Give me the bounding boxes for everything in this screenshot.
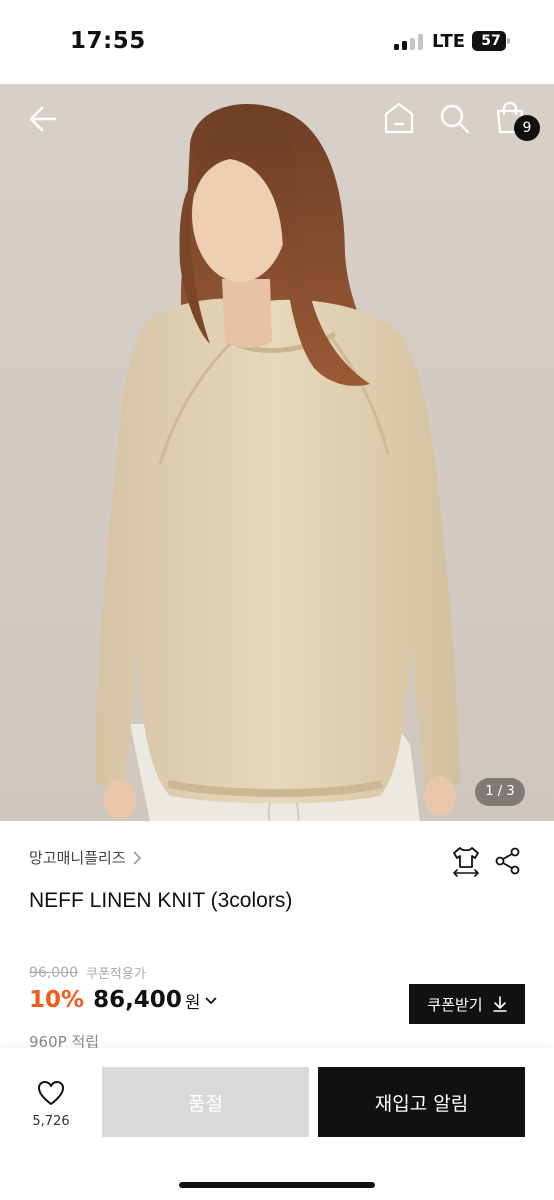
sale-price: 86,400 [93,987,182,1013]
restock-label: 재입고 알림 [374,1092,469,1115]
download-icon [492,996,507,1012]
chevron-down-icon[interactable] [205,997,218,1005]
image-counter: 1 / 3 [475,778,525,806]
soldout-button: 품절 [102,1067,309,1137]
status-bar: 17:55 LTE 57 [0,0,554,84]
heart-icon [38,1081,64,1105]
share-icon[interactable] [494,847,522,875]
brand-link[interactable]: 망고매니플리즈 [29,847,142,868]
product-photo [0,84,554,821]
restock-alert-button[interactable]: 재입고 알림 [318,1067,525,1137]
cellular-signal-icon [394,34,424,50]
battery-level: 57 [481,33,501,49]
size-guide-icon[interactable] [451,845,481,877]
coupon-price-note: 쿠폰적용가 [86,967,146,982]
like-count: 5,726 [32,1114,70,1129]
original-price-row: 96,000 쿠폰적용가 [29,963,146,983]
price-row[interactable]: 10% 86,400 원 [29,987,218,1013]
back-arrow-icon[interactable] [28,104,58,134]
coupon-download-button[interactable]: 쿠폰받기 [409,984,525,1024]
currency-unit: 원 [184,992,201,1013]
chevron-right-icon [133,850,141,865]
brand-name: 망고매니플리즈 [29,849,126,867]
search-icon[interactable] [439,103,471,135]
network-type: LTE [432,31,466,52]
home-icon[interactable] [383,101,415,135]
cart-count-badge: 9 [514,115,540,141]
battery-icon: 57 [472,31,510,51]
status-time: 17:55 [70,28,146,54]
home-indicator[interactable] [179,1182,375,1188]
original-price: 96,000 [29,964,78,981]
product-image-gallery[interactable] [0,84,554,821]
soldout-label: 품절 [188,1092,223,1115]
coupon-button-label: 쿠폰받기 [427,995,483,1014]
product-title: NEFF LINEN KNIT (3colors) [29,889,293,912]
like-button[interactable]: 5,726 [20,1080,82,1129]
discount-rate: 10% [29,987,85,1013]
